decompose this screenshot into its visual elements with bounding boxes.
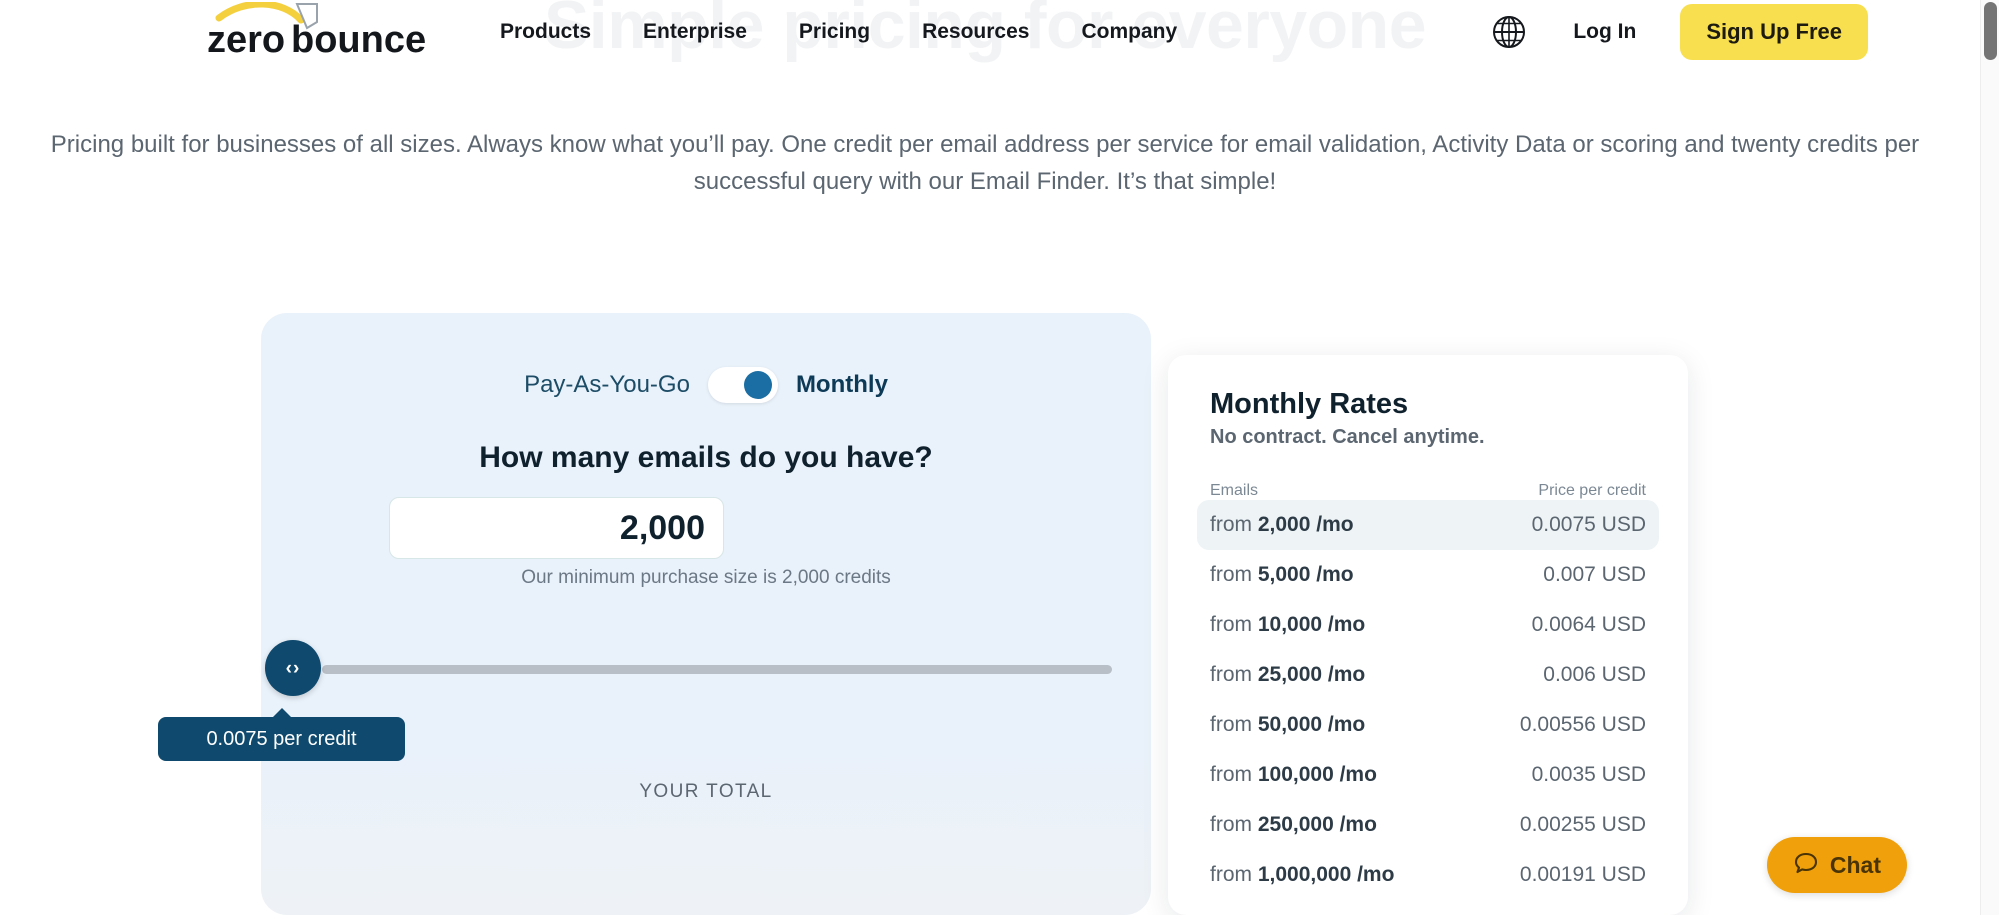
svg-text:zero: zero — [207, 19, 285, 60]
chat-widget-button[interactable]: Chat — [1766, 837, 1907, 893]
rate-row-emails: from 2,000 /mo — [1210, 513, 1354, 537]
email-count-input-wrap — [389, 497, 724, 559]
scrollbar-thumb[interactable] — [1984, 2, 1997, 60]
rate-row-emails: from 25,000 /mo — [1210, 663, 1366, 687]
rate-row-emails: from 1,000,000 /mo — [1210, 863, 1395, 887]
nav-link-pricing[interactable]: Pricing — [799, 20, 870, 44]
rate-row[interactable]: from 250,000 /mo 0.00255 USD — [1197, 800, 1659, 850]
rate-row[interactable]: from 2,000 /mo 0.0075 USD — [1197, 500, 1659, 551]
rate-row-emails: from 250,000 /mo — [1210, 813, 1377, 837]
toggle-label-monthly[interactable]: Monthly — [796, 371, 888, 399]
pricing-subtitle: Pricing built for businesses of all size… — [50, 131, 1920, 195]
rate-row-price: 0.0075 USD — [1531, 513, 1646, 537]
billing-mode-toggle-row: Pay-As-You-Go Monthly — [261, 367, 1151, 403]
rate-row-emails: from 50,000 /mo — [1210, 713, 1366, 737]
rate-row[interactable]: from 1,000,000 /mo 0.00191 USD — [1197, 850, 1659, 900]
rates-col-emails: Emails — [1210, 482, 1259, 500]
toggle-label-payg[interactable]: Pay-As-You-Go — [524, 371, 690, 399]
rate-row-price: 0.007 USD — [1543, 563, 1646, 587]
page-scrollbar[interactable] — [1980, 0, 1999, 915]
price-per-credit-tooltip: 0.0075 per credit — [158, 708, 405, 761]
rate-row[interactable]: from 5,000 /mo 0.007 USD — [1197, 550, 1659, 600]
credits-slider-track[interactable] — [322, 665, 1112, 674]
nav-link-products[interactable]: Products — [500, 20, 591, 44]
rate-row-emails: from 5,000 /mo — [1210, 563, 1354, 587]
chat-widget-label: Chat — [1829, 851, 1881, 878]
zerobounce-logo[interactable]: zero bounce — [205, 2, 445, 60]
minimum-purchase-note: Our minimum purchase size is 2,000 credi… — [521, 567, 891, 588]
credits-slider-handle[interactable]: ‹› — [265, 640, 321, 696]
primary-nav: Products Enterprise Pricing Resources Co… — [500, 0, 1177, 64]
rate-row-price: 0.00191 USD — [1519, 863, 1646, 887]
rate-row-emails: from 100,000 /mo — [1210, 763, 1377, 787]
billing-mode-switch[interactable] — [707, 367, 778, 403]
rate-row[interactable]: from 25,000 /mo 0.006 USD — [1197, 650, 1659, 700]
rate-row-price: 0.00556 USD — [1519, 713, 1646, 737]
nav-link-enterprise[interactable]: Enterprise — [643, 20, 747, 44]
nav-link-company[interactable]: Company — [1081, 20, 1177, 44]
calculator-question: How many emails do you have? — [479, 441, 933, 474]
svg-text:bounce: bounce — [291, 19, 426, 60]
email-count-input[interactable] — [389, 497, 724, 559]
site-header: zero bounce Products Enterprise Pricing … — [0, 0, 1970, 64]
rates-title: Monthly Rates — [1210, 388, 1409, 420]
rate-row-price: 0.006 USD — [1543, 663, 1646, 687]
rate-row-emails: from 10,000 /mo — [1210, 613, 1366, 637]
pricing-calculator-card: Pay-As-You-Go Monthly How many emails do… — [158, 313, 1151, 915]
rate-row[interactable]: from 50,000 /mo 0.00556 USD — [1197, 700, 1659, 750]
switch-knob — [743, 371, 772, 399]
resize-horizontal-icon: ‹› — [285, 657, 301, 679]
rate-row-price: 0.00255 USD — [1519, 813, 1646, 837]
rate-row[interactable]: from 10,000 /mo 0.0064 USD — [1197, 600, 1659, 650]
nav-link-resources[interactable]: Resources — [922, 20, 1029, 44]
rate-row[interactable]: from 100,000 /mo 0.0035 USD — [1197, 750, 1659, 800]
header-actions: Log In Sign Up Free — [1489, 0, 1868, 64]
your-total-label: YOUR TOTAL — [639, 781, 773, 802]
page-root: Simple pricing for everyone zero bounce … — [0, 0, 1999, 915]
chat-bubble-icon — [1793, 850, 1819, 881]
signup-free-button[interactable]: Sign Up Free — [1680, 4, 1868, 60]
rates-subtitle: No contract. Cancel anytime. — [1210, 426, 1485, 449]
globe-icon[interactable] — [1489, 12, 1529, 52]
rates-card: Monthly Rates No contract. Cancel anytim… — [1168, 355, 1688, 915]
rates-col-price: Price per credit — [1538, 482, 1646, 500]
rates-table-header: Emails Price per credit — [1210, 482, 1646, 500]
login-link[interactable]: Log In — [1573, 20, 1636, 44]
rate-row-price: 0.0064 USD — [1531, 613, 1646, 637]
rates-table-body: from 2,000 /mo 0.0075 USD from 5,000 /mo 0.… — [1197, 500, 1659, 900]
rate-row-price: 0.0035 USD — [1531, 763, 1646, 787]
